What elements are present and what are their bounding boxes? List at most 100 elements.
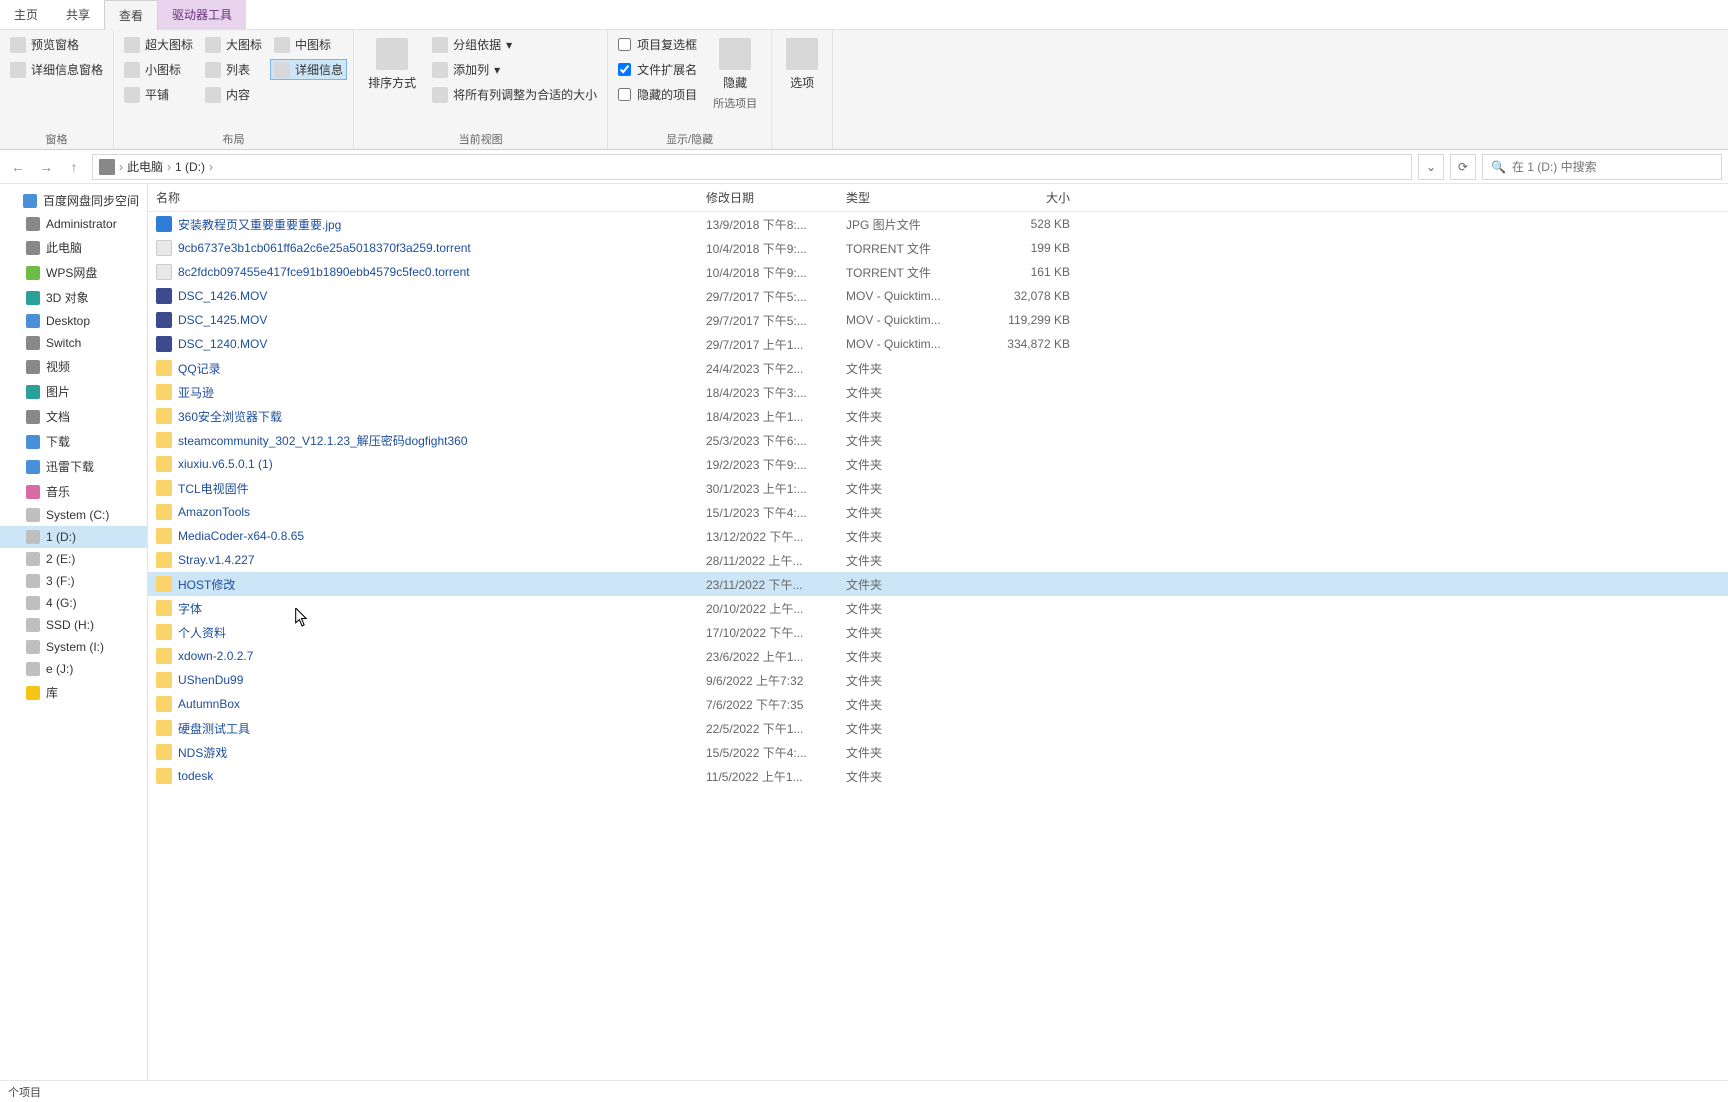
file-row[interactable]: 9cb6737e3b1cb061ff6a2c6e25a5018370f3a259… [148,236,1728,260]
item-checkboxes-option[interactable]: 项目复选框 [614,34,701,55]
nav-up-button[interactable]: ↑ [62,155,86,179]
nav-forward-button[interactable]: → [34,155,58,179]
file-row[interactable]: UShenDu99 9/6/2022 上午7:32 文件夹 [148,668,1728,692]
layout-tiles[interactable]: 平铺 [120,84,197,105]
search-box[interactable]: 🔍 [1482,154,1722,180]
sidebar-item[interactable]: 百度网盘同步空间 [0,188,147,213]
column-size[interactable]: 大小 [978,189,1078,206]
file-row[interactable]: AmazonTools 15/1/2023 下午4:... 文件夹 [148,500,1728,524]
file-row[interactable]: DSC_1426.MOV 29/7/2017 下午5:... MOV - Qui… [148,284,1728,308]
file-row[interactable]: xiuxiu.v6.5.0.1 (1) 19/2/2023 下午9:... 文件… [148,452,1728,476]
tree-item-icon [26,596,40,610]
layout-medium[interactable]: 中图标 [270,34,347,55]
file-row[interactable]: 亚马逊 18/4/2023 下午3:... 文件夹 [148,380,1728,404]
sidebar-item[interactable]: System (C:) [0,504,147,526]
sidebar-item[interactable]: Administrator [0,213,147,235]
file-row[interactable]: NDS游戏 15/5/2022 下午4:... 文件夹 [148,740,1728,764]
hidden-items-checkbox[interactable] [618,88,631,101]
search-input[interactable] [1512,160,1713,174]
navigation-pane[interactable]: 百度网盘同步空间Administrator此电脑WPS网盘3D 对象Deskto… [0,184,148,1080]
sidebar-item[interactable]: 3D 对象 [0,285,147,310]
options-button[interactable]: 选项 [778,34,826,95]
fit-columns-button[interactable]: 将所有列调整为合适的大小 [428,84,601,105]
layout-list[interactable]: 列表 [201,59,266,80]
sidebar-item[interactable]: SSD (H:) [0,614,147,636]
file-row[interactable]: MediaCoder-x64-0.8.65 13/12/2022 下午... 文… [148,524,1728,548]
file-row[interactable]: TCL电视固件 30/1/2023 上午1:... 文件夹 [148,476,1728,500]
column-type[interactable]: 类型 [838,189,978,206]
tree-item-label: 库 [46,684,58,701]
sidebar-item[interactable]: 此电脑 [0,235,147,260]
extra-large-icon [124,37,140,53]
tab-view[interactable]: 查看 [104,0,158,30]
file-row[interactable]: steamcommunity_302_V12.1.23_解压密码dogfight… [148,428,1728,452]
file-row[interactable]: HOST修改 23/11/2022 下午... 文件夹 [148,572,1728,596]
hide-selected-button[interactable]: 隐藏 所选项目 [705,34,765,115]
sidebar-item[interactable]: 文档 [0,404,147,429]
layout-extra-large[interactable]: 超大图标 [120,34,197,55]
sidebar-item[interactable]: 1 (D:) [0,526,147,548]
tab-share[interactable]: 共享 [52,0,104,29]
layout-content[interactable]: 内容 [201,84,266,105]
sidebar-item[interactable]: Switch [0,332,147,354]
file-extensions-option[interactable]: 文件扩展名 [614,59,701,80]
file-list[interactable]: 名称 修改日期 类型 大小 安装教程页又重要重要重要.jpg 13/9/2018… [148,184,1728,1080]
file-row[interactable]: Stray.v1.4.227 28/11/2022 上午... 文件夹 [148,548,1728,572]
sidebar-item[interactable]: 2 (E:) [0,548,147,570]
breadcrumb[interactable]: › 此电脑 › 1 (D:) › [92,154,1412,180]
column-date[interactable]: 修改日期 [698,189,838,206]
layout-small[interactable]: 小图标 [120,59,197,80]
file-date: 24/4/2023 下午2... [698,360,838,377]
chevron-right-icon[interactable]: › [207,160,215,174]
sidebar-item[interactable]: 下载 [0,429,147,454]
chevron-right-icon[interactable]: › [165,160,173,174]
file-row[interactable]: 硬盘测试工具 22/5/2022 下午1... 文件夹 [148,716,1728,740]
sidebar-item[interactable]: WPS网盘 [0,260,147,285]
file-row[interactable]: xdown-2.0.2.7 23/6/2022 上午1... 文件夹 [148,644,1728,668]
layout-details[interactable]: 详细信息 [270,59,347,80]
tab-drive-tools[interactable]: 驱动器工具 [158,0,246,29]
sort-button[interactable]: 排序方式 [360,34,424,95]
file-row[interactable]: 安装教程页又重要重要重要.jpg 13/9/2018 下午8:... JPG 图… [148,212,1728,236]
layout-large[interactable]: 大图标 [201,34,266,55]
preview-pane-button[interactable]: 预览窗格 [6,34,107,55]
add-columns-button[interactable]: 添加列 ▾ [428,59,601,80]
file-row[interactable]: DSC_1425.MOV 29/7/2017 下午5:... MOV - Qui… [148,308,1728,332]
column-name[interactable]: 名称 [148,189,698,206]
details-pane-button[interactable]: 详细信息窗格 [6,59,107,80]
group-by-button[interactable]: 分组依据 ▾ [428,34,601,55]
file-row[interactable]: 字体 20/10/2022 上午... 文件夹 [148,596,1728,620]
file-name: Stray.v1.4.227 [178,553,255,567]
refresh-button[interactable]: ⟳ [1450,154,1476,180]
file-row[interactable]: QQ记录 24/4/2023 下午2... 文件夹 [148,356,1728,380]
sidebar-item[interactable]: System (I:) [0,636,147,658]
hidden-items-option[interactable]: 隐藏的项目 [614,84,701,105]
sidebar-item[interactable]: 4 (G:) [0,592,147,614]
sidebar-item[interactable]: 视频 [0,354,147,379]
sidebar-item[interactable]: e (J:) [0,658,147,680]
item-checkboxes-checkbox[interactable] [618,38,631,51]
file-row[interactable]: AutumnBox 7/6/2022 下午7:35 文件夹 [148,692,1728,716]
file-type-icon [156,768,172,784]
sidebar-item[interactable]: 迅雷下载 [0,454,147,479]
nav-back-button[interactable]: ← [6,155,30,179]
file-row[interactable]: todesk 11/5/2022 上午1... 文件夹 [148,764,1728,788]
sidebar-item[interactable]: 库 [0,680,147,705]
crumb-current[interactable]: 1 (D:) [175,160,205,174]
ribbon-group-current-view: 排序方式 分组依据 ▾ 添加列 ▾ 将所有列调整为合适的大小 当前视图 [354,30,608,149]
sidebar-item[interactable]: 图片 [0,379,147,404]
sort-label: 排序方式 [368,74,416,91]
chevron-right-icon[interactable]: › [117,160,125,174]
sidebar-item[interactable]: 3 (F:) [0,570,147,592]
file-row[interactable]: 360安全浏览器下载 18/4/2023 上午1... 文件夹 [148,404,1728,428]
large-icons-icon [205,37,221,53]
file-extensions-checkbox[interactable] [618,63,631,76]
sidebar-item[interactable]: Desktop [0,310,147,332]
tab-home[interactable]: 主页 [0,0,52,29]
sidebar-item[interactable]: 音乐 [0,479,147,504]
address-dropdown-button[interactable]: ⌄ [1418,154,1444,180]
file-row[interactable]: DSC_1240.MOV 29/7/2017 上午1... MOV - Quic… [148,332,1728,356]
crumb-this-pc[interactable]: 此电脑 [127,158,163,175]
file-row[interactable]: 个人资料 17/10/2022 下午... 文件夹 [148,620,1728,644]
file-row[interactable]: 8c2fdcb097455e417fce91b1890ebb4579c5fec0… [148,260,1728,284]
